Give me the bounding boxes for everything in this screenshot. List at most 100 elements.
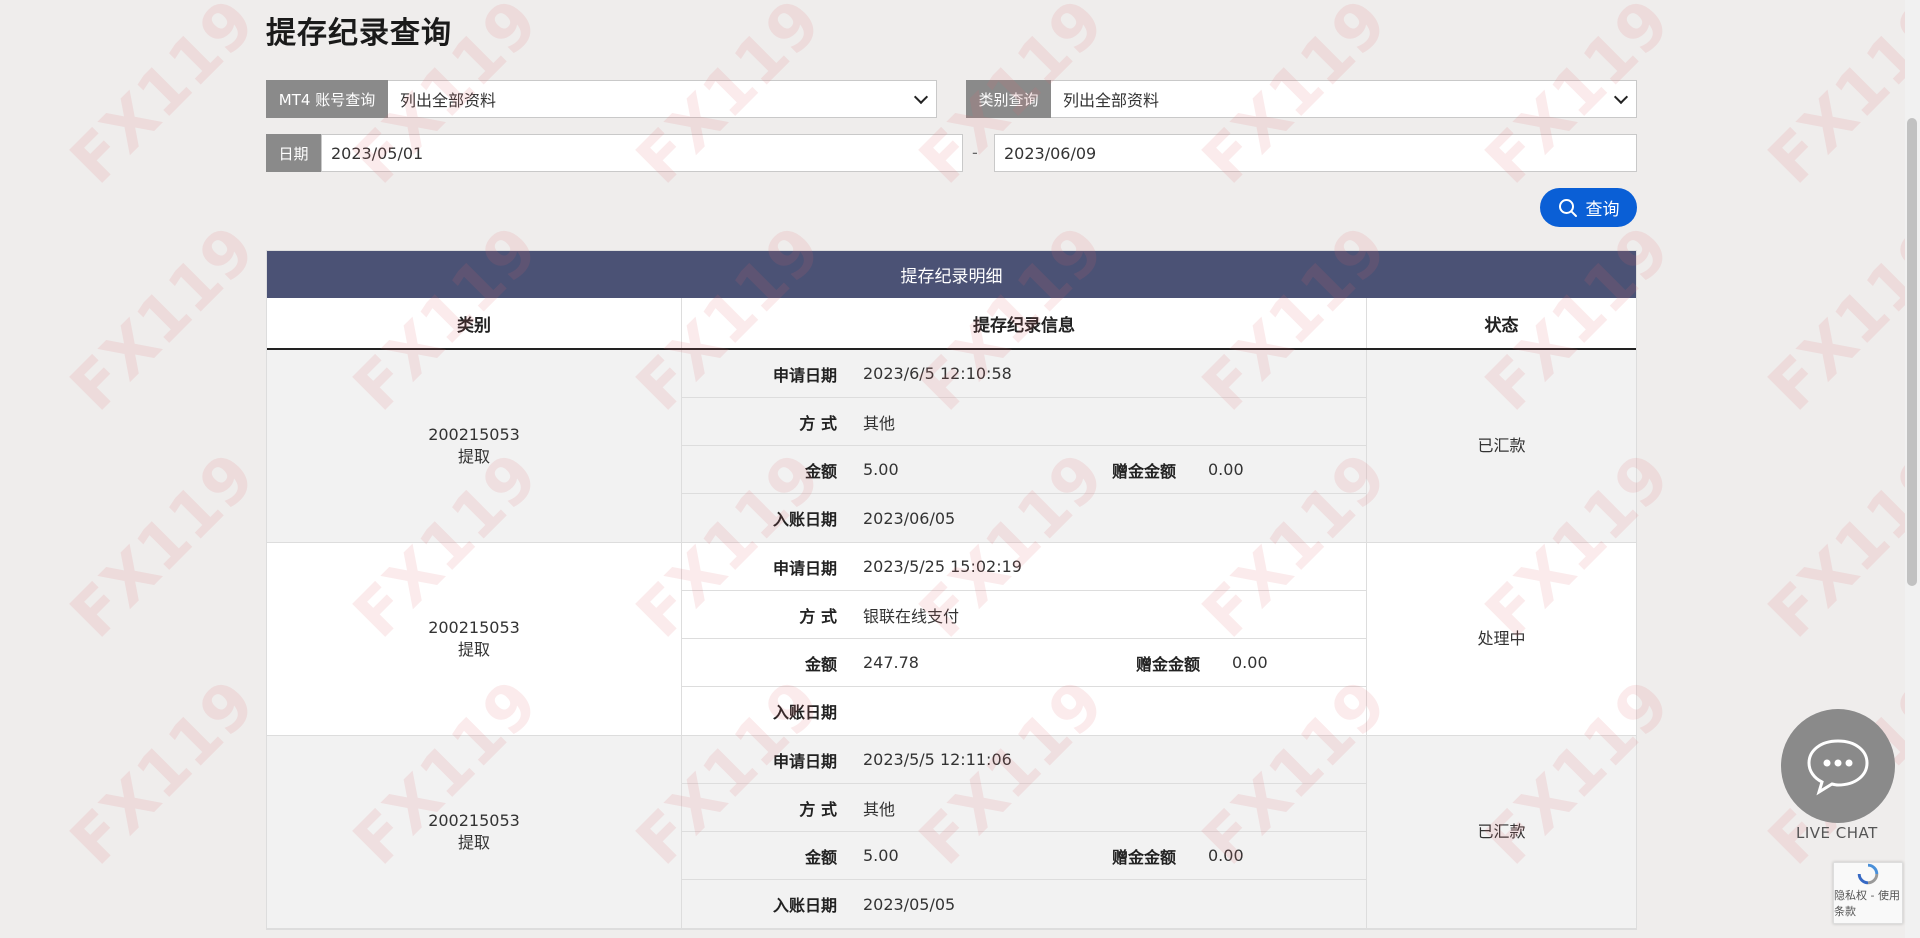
account-filter: MT4 账号查询 列出全部资料	[266, 80, 937, 118]
record-status-cell: 已汇款	[1367, 736, 1636, 928]
records-table: 提存纪录明细 类别 提存纪录信息 状态 200215053 提取 申请日期 20…	[266, 250, 1637, 930]
recaptcha-badge[interactable]: 隐私权 - 使用条款	[1833, 862, 1903, 924]
credit-date-line: 入账日期	[682, 687, 1366, 735]
date-to-filter: 2023/06/09	[994, 134, 1637, 172]
bonus-label: 赠金金额	[1112, 461, 1177, 481]
account-select-value: 列出全部资料	[400, 91, 497, 110]
record-info-cell: 申请日期 2023/5/25 15:02:19 方 式 银联在线支付 金额 24…	[682, 543, 1367, 735]
chat-bubble-icon	[1807, 739, 1869, 796]
account-select[interactable]: 列出全部资料	[388, 80, 937, 118]
page-scrollbar[interactable]	[1905, 0, 1920, 938]
credit-date-value: 2023/05/05	[863, 894, 956, 914]
withdrawal-records-page: 提存纪录查询 MT4 账号查询 列出全部资料 类别查询 列出全部资料 日期 20…	[0, 0, 1920, 938]
record-kind: 提取	[457, 640, 490, 659]
type-select-value: 列出全部资料	[1063, 91, 1160, 110]
watermark-text: FX119	[1755, 0, 1920, 199]
apply-date-line: 申请日期 2023/5/5 12:11:06	[682, 736, 1366, 784]
method-line: 方 式 其他	[682, 398, 1366, 446]
account-filter-label: MT4 账号查询	[266, 80, 388, 118]
credit-date-label: 入账日期	[772, 896, 837, 915]
apply-date-value: 2023/5/5 12:11:06	[863, 750, 1012, 769]
watermark-text: FX119	[57, 666, 270, 880]
type-select[interactable]: 列出全部资料	[1051, 80, 1637, 118]
record-status-cell: 已汇款	[1367, 350, 1636, 542]
apply-date-label: 申请日期	[772, 558, 837, 578]
credit-date-line: 入账日期 2023/06/05	[682, 494, 1366, 542]
apply-date-label: 申请日期	[772, 751, 837, 771]
record-status-cell: 处理中	[1367, 543, 1636, 735]
column-header-type: 类别	[267, 298, 682, 348]
apply-date-line: 申请日期 2023/5/25 15:02:19	[682, 543, 1366, 591]
amount-line: 金额 5.00 赠金金额 0.00	[682, 832, 1366, 880]
amount-line: 金额 5.00 赠金金额 0.00	[682, 446, 1366, 494]
bonus-value: 0.00	[1232, 653, 1268, 672]
amount-value: 247.78	[863, 653, 919, 672]
date-to-input[interactable]: 2023/06/09	[994, 134, 1637, 172]
record-type-cell: 200215053 提取	[267, 543, 682, 735]
scrollbar-thumb[interactable]	[1907, 118, 1917, 586]
apply-date-line: 申请日期 2023/6/5 12:10:58	[682, 350, 1366, 398]
table-row: 200215053 提取 申请日期 2023/6/5 12:10:58 方 式 …	[267, 350, 1636, 543]
search-button-label: 查询	[1585, 200, 1620, 220]
status-badge: 处理中	[1477, 629, 1526, 648]
live-chat-label: LIVE CHAT	[1796, 824, 1878, 842]
type-filter-label: 类别查询	[966, 80, 1051, 118]
status-badge: 已汇款	[1477, 436, 1526, 455]
page-title: 提存纪录查询	[266, 16, 452, 51]
bonus-value: 0.00	[1208, 460, 1244, 479]
watermark-text: FX119	[1755, 439, 1920, 653]
table-heading: 提存纪录明细	[267, 251, 1636, 298]
table-row: 200215053 提取 申请日期 2023/5/25 15:02:19 方 式…	[267, 543, 1636, 736]
record-kind: 提取	[457, 447, 490, 466]
watermark-text: FX119	[57, 212, 270, 426]
chevron-down-icon	[1613, 89, 1629, 105]
record-type-cell: 200215053 提取	[267, 736, 682, 928]
watermark-text: FX119	[57, 439, 270, 653]
live-chat-button[interactable]	[1781, 709, 1895, 823]
credit-date-label: 入账日期	[772, 703, 837, 722]
date-filter: 日期 2023/05/01	[266, 134, 963, 172]
watermark-text: FX119	[57, 0, 270, 199]
record-account: 200215053	[428, 811, 520, 830]
amount-label: 金额	[804, 847, 837, 867]
apply-date-value: 2023/5/25 15:02:19	[863, 557, 1022, 576]
amount-line: 金额 247.78 赠金金额 0.00	[682, 639, 1366, 687]
bonus-value: 0.00	[1208, 846, 1244, 865]
record-info-cell: 申请日期 2023/6/5 12:10:58 方 式 其他 金额 5.00 赠金…	[682, 350, 1367, 542]
method-label: 方 式	[799, 413, 837, 433]
bonus-label: 赠金金额	[1136, 654, 1201, 674]
method-value: 其他	[863, 799, 896, 819]
bonus-label: 赠金金额	[1112, 847, 1177, 867]
column-header-info: 提存纪录信息	[682, 298, 1367, 348]
search-button[interactable]: 查询	[1540, 188, 1637, 227]
recaptcha-text: 隐私权 - 使用条款	[1834, 889, 1900, 918]
method-line: 方 式 其他	[682, 784, 1366, 832]
method-value: 其他	[863, 413, 896, 433]
date-from-input[interactable]: 2023/05/01	[321, 134, 963, 172]
amount-label: 金额	[804, 461, 837, 481]
chevron-down-icon	[913, 89, 929, 105]
record-account: 200215053	[428, 425, 520, 444]
credit-date-value: 2023/06/05	[863, 508, 956, 528]
watermark-text: FX119	[1755, 212, 1920, 426]
table-row: 200215053 提取 申请日期 2023/5/5 12:11:06 方 式 …	[267, 736, 1636, 929]
method-line: 方 式 银联在线支付	[682, 591, 1366, 639]
method-value: 银联在线支付	[863, 606, 960, 626]
method-label: 方 式	[799, 799, 837, 819]
apply-date-label: 申请日期	[772, 365, 837, 385]
credit-date-line: 入账日期 2023/05/05	[682, 880, 1366, 928]
date-filter-label: 日期	[266, 134, 321, 172]
method-label: 方 式	[799, 606, 837, 626]
column-header-status: 状态	[1484, 315, 1519, 336]
amount-label: 金额	[804, 654, 837, 674]
search-icon	[1558, 198, 1577, 217]
record-kind: 提取	[457, 833, 490, 852]
column-header-row: 类别 提存纪录信息 状态	[267, 298, 1636, 350]
amount-value: 5.00	[863, 846, 899, 865]
amount-value: 5.00	[863, 460, 899, 479]
status-badge: 已汇款	[1477, 822, 1526, 841]
record-info-cell: 申请日期 2023/5/5 12:11:06 方 式 其他 金额 5.00 赠金…	[682, 736, 1367, 928]
record-type-cell: 200215053 提取	[267, 350, 682, 542]
apply-date-value: 2023/6/5 12:10:58	[863, 364, 1012, 383]
record-account: 200215053	[428, 618, 520, 637]
